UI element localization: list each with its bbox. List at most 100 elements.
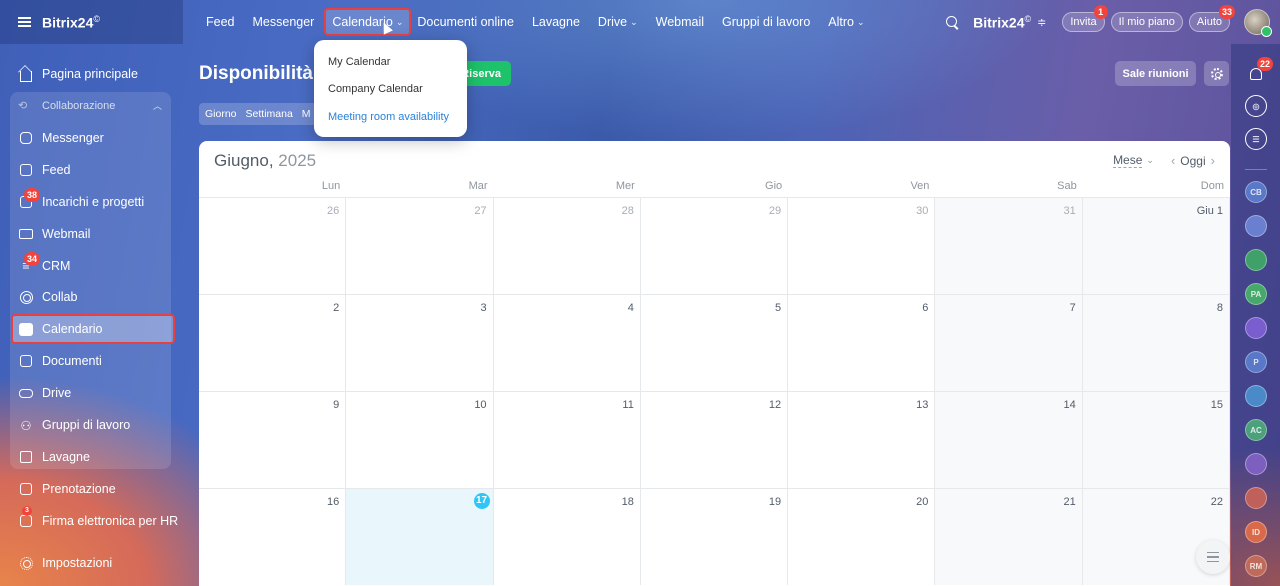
online-status-icon [1261,26,1272,37]
nav-drive[interactable]: Drive ⌄ [598,15,638,29]
calendar-day-cell[interactable]: 21 [935,488,1083,585]
invite-button[interactable]: Invita 1 [1062,5,1108,32]
calendar-day-cell[interactable]: 19 [640,488,789,585]
sidebar-item-feed[interactable]: Feed [18,162,71,178]
sidebar-item-label: Impostazioni [42,556,113,570]
chat-icon[interactable]: ☰ [1245,128,1267,150]
calendar-day-cell[interactable]: 26 [199,197,347,294]
calendar-day-cell[interactable]: 4 [493,294,641,391]
calendar-day-cell[interactable]: 29 [640,197,789,294]
rail-chat-avatar[interactable]: CB [1245,181,1267,203]
menu-icon[interactable] [18,17,31,27]
calendar-day-cell[interactable]: 28 [493,197,641,294]
nav-documenti-online[interactable]: Documenti online [417,15,514,29]
search-icon[interactable] [946,15,959,29]
nav-calendario[interactable]: Calendario ⌄ [324,8,412,36]
rail-chat-avatar[interactable]: PA [1245,283,1267,305]
meeting-rooms-button[interactable]: Sale riunioni [1115,61,1196,86]
logo[interactable]: Bitrix24© [42,14,100,31]
nav-altro[interactable]: Altro ⌄ [828,15,864,29]
calendar-day-cell[interactable]: 13 [788,391,936,488]
top-bar: Bitrix24© Feed Messenger Calendario ⌄ Doc… [0,0,1280,44]
today-button[interactable]: Oggi [1180,154,1205,168]
calendar-day-cell[interactable]: 16 [199,488,347,585]
calendar-day-cell[interactable]: Giu 1 [1082,197,1230,294]
rail-chat-avatar[interactable]: P [1245,351,1267,373]
calendar-day-cell[interactable]: 31 [935,197,1083,294]
nav-feed[interactable]: Feed [206,15,235,29]
calendar-day-cell[interactable]: 8 [1082,294,1230,391]
nav-gruppi-di-lavoro[interactable]: Gruppi di lavoro [722,15,810,29]
menu-item-my-calendar[interactable]: My Calendar [328,56,390,68]
sidebar-item-calendario[interactable]: Calendario [18,321,102,337]
sidebar-item-settings[interactable]: Impostazioni [18,555,112,571]
tab-settimana[interactable]: Settimana [246,108,293,120]
sidebar-item-crm[interactable]: ≡ 34 CRM [18,252,70,274]
calendar-day-cell[interactable]: 7 [935,294,1083,391]
rail-chat-avatar[interactable] [1245,317,1267,339]
collaboration-icon: ⟲ [18,100,28,112]
sidebar-item-label: Lavagne [42,450,90,464]
calendar-day-cell[interactable]: 3 [346,294,494,391]
rail-chat-avatar[interactable] [1245,385,1267,407]
menu-item-company-calendar[interactable]: Company Calendar [328,83,423,95]
menu-item-meeting-room-availability[interactable]: Meeting room availability [328,111,449,123]
calendar-day-cell[interactable]: 27 [346,197,494,294]
sidebar-item-home[interactable]: Pagina principale [18,66,138,82]
sidebar-item-collab[interactable]: Collab [18,289,77,305]
list-button[interactable] [1196,540,1230,574]
theme-switch-icon[interactable]: ≑ [1037,16,1046,29]
calendar-day-cell[interactable]: 12 [640,391,789,488]
day-number: 4 [627,302,634,314]
nav-webmail[interactable]: Webmail [656,15,704,29]
tab-mese[interactable]: M [302,108,311,120]
rail-chat-avatar[interactable]: AC [1245,419,1267,441]
sidebar-item-gruppi[interactable]: ⚇ Gruppi di lavoro [18,417,130,433]
previous-month-icon[interactable]: ‹ [1171,153,1175,168]
sidebar-item-label: Firma elettronica per HR [42,514,179,528]
rail-chat-avatar[interactable] [1245,249,1267,271]
calendar-day-cell[interactable]: 11 [493,391,641,488]
tab-giorno[interactable]: Giorno [205,108,237,120]
sidebar-group-header[interactable]: ⟲ Collaborazione ︿ [18,99,168,113]
rail-chat-avatar[interactable] [1245,453,1267,475]
nav-messenger[interactable]: Messenger [253,15,315,29]
help-button[interactable]: Aiuto 33 [1188,5,1235,32]
weekday-label: Mar [468,180,488,192]
rail-chat-avatar[interactable] [1245,215,1267,237]
settings-button[interactable] [1204,61,1229,86]
sidebar-item-drive[interactable]: Drive [18,385,71,401]
view-tabs: Giorno Settimana M [199,103,326,125]
sidebar-item-documenti[interactable]: Documenti [18,353,102,369]
user-avatar[interactable] [1244,9,1272,37]
notifications-button[interactable]: 22 [1245,57,1273,85]
sidebar-item-messenger[interactable]: Messenger [18,130,104,146]
view-select[interactable]: Mese [1113,153,1143,168]
calendar-day-cell[interactable]: 18 [493,488,641,585]
sidebar-item-tasks[interactable]: 38 Incarichi e progetti [18,188,144,210]
calendar-day-cell[interactable]: 2 [199,294,347,391]
nav-lavagne[interactable]: Lavagne [532,15,580,29]
rail-chat-avatar[interactable]: RM [1245,555,1267,577]
next-month-icon[interactable]: › [1211,153,1215,168]
rail-chat-avatar[interactable] [1245,487,1267,509]
day-number: 15 [1210,399,1223,411]
sidebar-item-firma[interactable]: 3 Firma elettronica per HR [18,506,179,529]
calendar-day-cell[interactable]: 6 [788,294,936,391]
sidebar-item-webmail[interactable]: Webmail [18,226,90,242]
sidebar-item-lavagne[interactable]: Lavagne [18,449,90,465]
calendar-day-cell[interactable]: 14 [935,391,1083,488]
copilot-icon[interactable]: ◎ [1245,95,1267,117]
calendar-day-cell[interactable]: 30 [788,197,936,294]
calendar-day-cell[interactable]: 10 [346,391,494,488]
sidebar-item-label: Feed [42,163,71,177]
calendar-day-cell[interactable]: 20 [788,488,936,585]
calendar-day-cell[interactable]: 5 [640,294,789,391]
day-number: 10 [474,399,487,411]
calendar-day-cell[interactable]: 17 [346,488,494,585]
my-plan-button[interactable]: Il mio piano [1110,12,1183,32]
calendar-day-cell[interactable]: 15 [1082,391,1230,488]
rail-chat-avatar[interactable]: ID [1245,521,1267,543]
calendar-day-cell[interactable]: 9 [199,391,347,488]
sidebar-item-prenotazione[interactable]: Prenotazione [18,481,116,497]
